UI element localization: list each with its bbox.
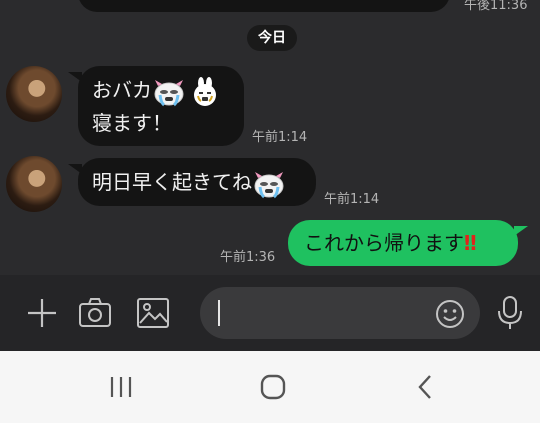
emoji-icon[interactable] xyxy=(434,298,466,330)
message-time: 午前1:14 xyxy=(252,130,308,145)
message-time-partial: 午後11:36 xyxy=(464,0,528,13)
crying-sticker-icon xyxy=(154,79,184,106)
plus-icon[interactable] xyxy=(26,297,58,329)
chat-area[interactable]: 午後11:36 今日 おバカ 寝ます！ 午前1:14 明日早く起きてね 午前1:… xyxy=(0,0,540,275)
crying-sticker-icon xyxy=(254,171,284,198)
message-text: 明日早く起きてね xyxy=(92,170,252,194)
system-navigation-bar xyxy=(0,351,540,423)
outgoing-message-bubble[interactable]: これから帰ります‼ xyxy=(288,220,528,266)
double-exclamation-emoji: ‼ xyxy=(464,231,477,255)
home-icon[interactable] xyxy=(259,373,287,401)
message-input[interactable] xyxy=(200,287,480,339)
message-time: 午前1:14 xyxy=(324,192,380,207)
sender-avatar[interactable] xyxy=(6,66,62,122)
image-icon[interactable] xyxy=(136,297,170,329)
incoming-message-bubble[interactable]: おバカ 寝ます！ xyxy=(68,66,244,146)
date-separator: 今日 xyxy=(247,25,297,51)
text-cursor xyxy=(218,300,220,326)
message-bubble-partial[interactable] xyxy=(78,0,450,12)
incoming-message-bubble[interactable]: 明日早く起きてね xyxy=(68,158,316,206)
message-time: 午前1:36 xyxy=(220,250,276,265)
camera-icon[interactable] xyxy=(78,297,112,329)
rabbit-sticker-icon xyxy=(194,76,216,106)
message-line: おバカ xyxy=(92,74,244,107)
sender-avatar[interactable] xyxy=(6,156,62,212)
microphone-icon[interactable] xyxy=(496,295,524,331)
message-text: おバカ xyxy=(92,78,152,102)
recent-apps-icon[interactable] xyxy=(108,375,134,399)
message-text: これから帰ります xyxy=(304,231,464,255)
back-icon[interactable] xyxy=(414,373,436,401)
message-text-line2: 寝ます！ xyxy=(92,110,172,135)
message-composer xyxy=(0,275,540,351)
